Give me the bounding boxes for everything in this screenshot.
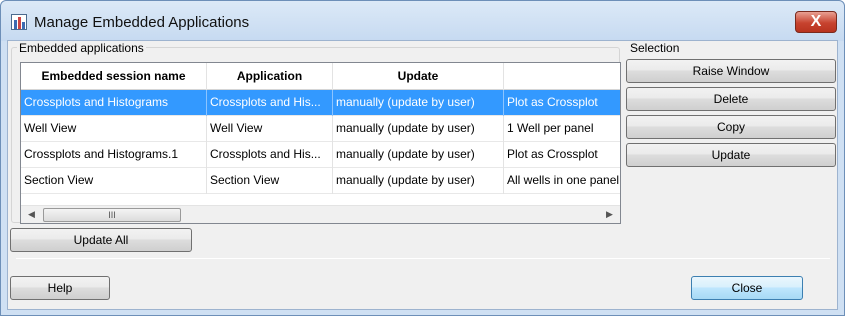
column-header-update[interactable]: Update [333,63,504,90]
embedded-sessions-table: Embedded session name Application Update… [20,62,621,224]
footer-separator [16,258,830,259]
cell-extra: All wells in one panel [507,173,620,187]
app-chart-icon [11,14,27,30]
help-button[interactable]: Help [10,276,110,300]
horizontal-scrollbar[interactable]: ◀ III ▶ [21,205,620,223]
cell-session-name: Well View [21,116,207,142]
embedded-applications-label: Embedded applications [17,41,146,55]
cell-extra: 1 Well per panel [507,121,594,135]
table-row[interactable]: Crossplots and Histograms Crossplots and… [21,90,620,116]
scroll-left-icon[interactable]: ◀ [23,206,40,223]
cell-update: manually (update by user) [333,90,504,116]
update-all-button[interactable]: Update All [10,228,192,252]
dialog-client: Embedded applications Embedded session n… [7,40,838,310]
raise-window-button[interactable]: Raise Window [626,59,836,83]
cell-session-name: Section View [21,168,207,194]
selection-label: Selection [628,41,682,55]
title-bar[interactable]: Manage Embedded Applications X [1,1,844,41]
window-title: Manage Embedded Applications [34,14,250,31]
cell-application: Section View [207,168,333,194]
table-header: Embedded session name Application Update [21,63,620,90]
table-row[interactable]: Crossplots and Histograms.1 Crossplots a… [21,142,620,168]
close-icon: X [810,13,822,30]
cell-update: manually (update by user) [333,168,504,194]
cell-update: manually (update by user) [333,116,504,142]
update-button[interactable]: Update [626,143,836,167]
cell-update: manually (update by user) [333,142,504,168]
column-header-extra[interactable] [504,63,620,90]
column-header-application[interactable]: Application [207,63,333,90]
cell-application: Crossplots and His... [207,90,333,116]
copy-button[interactable]: Copy [626,115,836,139]
close-button[interactable]: Close [691,276,803,300]
window-close-button[interactable]: X [795,11,837,33]
scrollbar-thumb[interactable]: III [43,208,181,222]
cell-extra: Plot as Crossplot [507,95,598,109]
dialog-window: Manage Embedded Applications X Embedded … [0,0,845,316]
table-row[interactable]: Section View Section View manually (upda… [21,168,620,194]
cell-session-name: Crossplots and Histograms.1 [21,142,207,168]
cell-application: Well View [207,116,333,142]
scroll-right-icon[interactable]: ▶ [601,206,618,223]
delete-button[interactable]: Delete [626,87,836,111]
cell-session-name: Crossplots and Histograms [21,90,207,116]
column-header-session-name[interactable]: Embedded session name [21,63,207,90]
table-row[interactable]: Well View Well View manually (update by … [21,116,620,142]
cell-application: Crossplots and His... [207,142,333,168]
cell-extra: Plot as Crossplot [507,147,598,161]
grip-icon: III [108,210,116,220]
